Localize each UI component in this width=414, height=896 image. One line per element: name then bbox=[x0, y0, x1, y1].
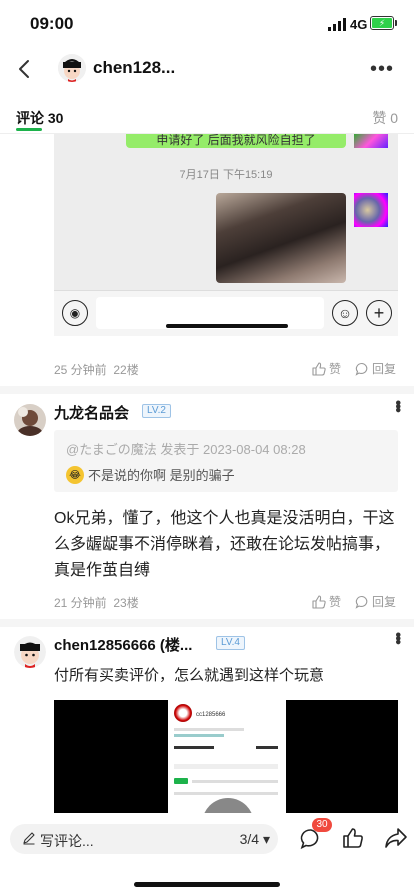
more-vertical-icon[interactable]: ••• bbox=[388, 400, 406, 411]
emoji-icon: ☺ bbox=[332, 300, 358, 326]
share-icon[interactable] bbox=[384, 827, 408, 849]
status-time: 09:00 bbox=[30, 14, 74, 33]
video-avatar bbox=[174, 704, 192, 722]
screenshot-home-indicator bbox=[166, 324, 288, 328]
avatar-icon bbox=[14, 636, 46, 668]
quote-meta: @たまごの魔法 发表于 2023-08-04 08:28 bbox=[66, 442, 306, 457]
chat-input-bar: ◉ ☺ + bbox=[54, 290, 398, 336]
level-badge: LV.4 bbox=[216, 636, 245, 650]
voice-icon: ◉ bbox=[62, 300, 88, 326]
thumbs-up-icon bbox=[312, 361, 326, 376]
play-button-icon bbox=[202, 798, 254, 813]
comment-username[interactable]: 九龙名品会 bbox=[54, 402, 129, 423]
reply-button[interactable]: 回复 bbox=[355, 360, 396, 377]
comment-meta: 21 分钟前 23楼 bbox=[54, 594, 139, 611]
back-icon[interactable] bbox=[14, 58, 36, 80]
reply-icon bbox=[355, 362, 368, 376]
tab-comments-count: 30 bbox=[47, 110, 64, 126]
reply-label: 回复 bbox=[372, 595, 397, 609]
comment-time: 21 分钟前 bbox=[54, 596, 107, 610]
reply-button[interactable]: 回复 bbox=[355, 593, 396, 610]
avatar-icon bbox=[58, 54, 86, 82]
battery-tip bbox=[395, 20, 397, 26]
bottom-bar: 写评论... 3/4 ▾ 30 bbox=[0, 818, 414, 896]
comment-actions: 赞 回复 bbox=[312, 360, 396, 377]
header-avatar[interactable] bbox=[58, 54, 86, 82]
like-button[interactable]: 赞 bbox=[312, 593, 341, 610]
chat-screenshot-image[interactable]: 申请好了 后面我就风险自担了 7月17日 下午15:19 ◉ ☺ + bbox=[54, 134, 398, 336]
section-divider bbox=[0, 386, 414, 394]
chat-avatar bbox=[354, 134, 388, 148]
comment-time: 25 分钟前 bbox=[54, 363, 107, 377]
pen-icon bbox=[23, 832, 35, 845]
tab-likes[interactable]: 赞 0 bbox=[372, 108, 398, 128]
tab-likes-label: 赞 bbox=[372, 110, 387, 126]
chat-avatar bbox=[354, 193, 388, 227]
video-frame: cc1285666 bbox=[168, 700, 286, 813]
quoted-comment[interactable]: @たまごの魔法 发表于 2023-08-04 08:28 😂 不是说的你啊 是别… bbox=[54, 430, 398, 492]
write-comment-input[interactable]: 写评论... 3/4 ▾ bbox=[10, 824, 278, 854]
comment-body: 付所有买卖评价，怎么就遇到这样个玩意 bbox=[54, 667, 325, 684]
chat-photo bbox=[216, 193, 346, 283]
network-label: 4G bbox=[350, 17, 368, 32]
comment-actions: 赞 回复 bbox=[312, 593, 396, 610]
comment-floor: 23楼 bbox=[113, 596, 139, 610]
chat-bubble: 申请好了 后面我就风险自担了 bbox=[126, 134, 346, 148]
comment-meta: 25 分钟前 22楼 bbox=[54, 361, 139, 378]
laughing-emoji-icon: 😂 bbox=[66, 466, 84, 484]
tab-active-indicator bbox=[16, 128, 42, 131]
like-label: 赞 bbox=[329, 362, 342, 376]
level-badge: LV.2 bbox=[142, 404, 171, 418]
comment-username[interactable]: chen12856666 (楼... bbox=[54, 634, 192, 655]
home-indicator bbox=[134, 882, 280, 887]
thumbs-up-icon[interactable] bbox=[342, 827, 364, 849]
thumbs-up-icon bbox=[312, 594, 326, 609]
tab-likes-count: 0 bbox=[390, 110, 398, 126]
comment-count-badge: 30 bbox=[312, 818, 332, 832]
comment-body: Ok兄弟，懂了，他这个人也真是没活明白，干这么多龌龊事不消停眯着，还敢在论坛发帖… bbox=[54, 510, 395, 579]
signal-icon bbox=[328, 18, 346, 31]
status-bar: 09:00 4G ⚡ bbox=[0, 0, 414, 48]
video-username: cc1285666 bbox=[196, 712, 226, 718]
avatar[interactable] bbox=[14, 636, 46, 668]
tab-comments-label: 评论 bbox=[16, 110, 44, 126]
nav-header: chen128... ••• bbox=[0, 48, 414, 92]
like-button[interactable]: 赞 bbox=[312, 360, 341, 377]
tab-bar: 评论 30 赞 0 bbox=[0, 100, 414, 134]
more-vertical-icon[interactable]: ••• bbox=[388, 632, 406, 643]
like-label: 赞 bbox=[329, 595, 342, 609]
tab-comments[interactable]: 评论 30 bbox=[16, 108, 63, 128]
write-comment-placeholder: 写评论... bbox=[40, 833, 94, 849]
battery-icon: ⚡ bbox=[370, 16, 394, 30]
avatar[interactable] bbox=[14, 404, 46, 436]
reply-icon bbox=[355, 595, 368, 609]
page-selector[interactable]: 3/4 ▾ bbox=[240, 831, 270, 848]
avatar-icon bbox=[14, 404, 46, 436]
header-title: chen128... bbox=[93, 58, 176, 77]
reply-label: 回复 bbox=[372, 362, 397, 376]
more-icon[interactable]: ••• bbox=[370, 58, 394, 81]
plus-icon: + bbox=[366, 300, 392, 326]
quote-text: 不是说的你啊 是别的骗子 bbox=[88, 468, 235, 483]
section-divider bbox=[0, 619, 414, 627]
chat-timestamp: 7月17日 下午15:19 bbox=[179, 169, 273, 181]
video-player[interactable]: cc1285666 bbox=[54, 700, 398, 813]
comment-floor: 22楼 bbox=[113, 363, 139, 377]
